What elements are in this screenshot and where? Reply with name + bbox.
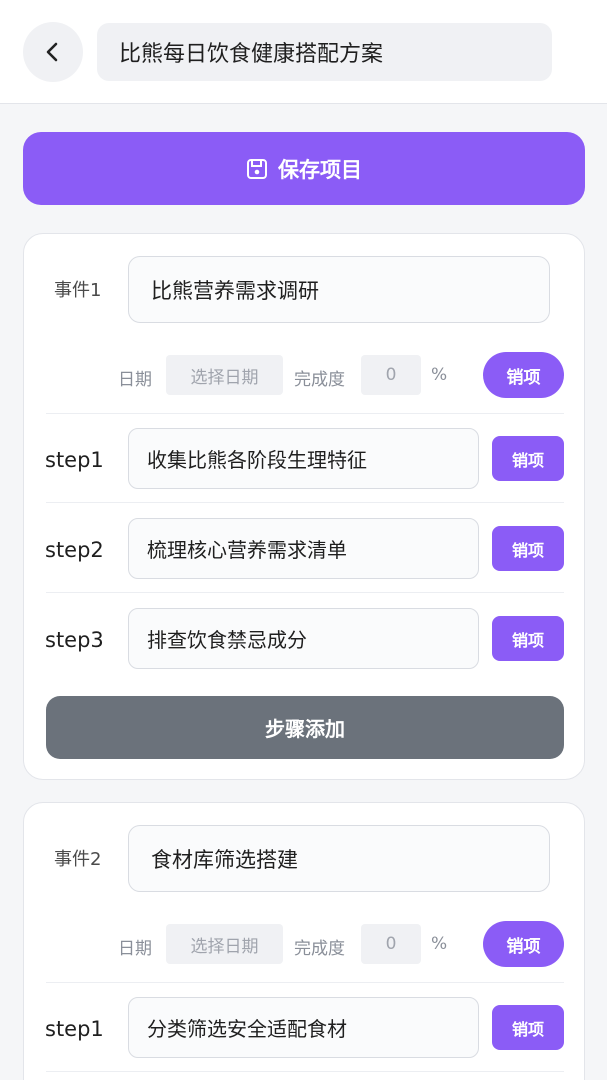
date-label: 日期 [118, 939, 152, 959]
step-label: step1 [45, 1017, 104, 1041]
progress-value: 0 [385, 365, 397, 385]
delete-event-label: 销项 [506, 367, 541, 388]
divider [46, 413, 564, 414]
step-text: 收集比熊各阶段生理特征 [147, 448, 367, 472]
progress-label: 完成度 [294, 370, 345, 390]
step-text-input[interactable]: 收集比熊各阶段生理特征 [128, 428, 479, 489]
back-button[interactable] [23, 22, 83, 82]
step-label: step1 [45, 448, 104, 472]
progress-label: 完成度 [294, 939, 345, 959]
progress-input[interactable]: 0 [361, 924, 421, 964]
event-card: 事件1 比熊营养需求调研 日期 选择日期 完成度 0 % 销项 step1 收集… [23, 233, 585, 780]
step-text: 排查饮食禁忌成分 [147, 628, 307, 652]
delete-step-button[interactable]: 销项 [492, 1005, 564, 1050]
event-label: 事件2 [54, 849, 102, 870]
delete-step-label: 销项 [511, 540, 544, 560]
date-picker[interactable]: 选择日期 [166, 924, 283, 964]
progress-input[interactable]: 0 [361, 355, 421, 395]
percent-sign: % [431, 365, 448, 385]
event-label: 事件1 [54, 280, 102, 301]
project-title-input[interactable]: 比熊每日饮食健康搭配方案 [97, 23, 552, 81]
date-picker[interactable]: 选择日期 [166, 355, 283, 395]
percent-sign: % [431, 934, 448, 954]
save-project-button[interactable]: 保存项目 [23, 132, 585, 205]
step-label: step2 [45, 538, 104, 562]
delete-step-button[interactable]: 销项 [492, 616, 564, 661]
divider [46, 592, 564, 593]
delete-step-label: 销项 [511, 630, 544, 650]
step-label: step3 [45, 628, 104, 652]
delete-event-label: 销项 [506, 936, 541, 957]
step-text-input[interactable]: 梳理核心营养需求清单 [128, 518, 479, 579]
event-name-text: 比熊营养需求调研 [151, 278, 319, 303]
step-text-input[interactable]: 分类筛选安全适配食材 [128, 997, 479, 1058]
chevron-left-icon [46, 42, 58, 62]
floppy-disk-icon [247, 158, 267, 179]
divider [46, 982, 564, 983]
project-title-text: 比熊每日饮食健康搭配方案 [119, 42, 384, 67]
add-step-label: 步骤添加 [265, 717, 345, 741]
delete-step-button[interactable]: 销项 [492, 526, 564, 571]
date-placeholder: 选择日期 [190, 936, 259, 957]
delete-step-button[interactable]: 销项 [492, 436, 564, 481]
step-text: 梳理核心营养需求清单 [147, 538, 347, 562]
add-step-button[interactable]: 步骤添加 [46, 696, 564, 759]
event-name-input[interactable]: 比熊营养需求调研 [128, 256, 550, 323]
step-text: 分类筛选安全适配食材 [147, 1017, 347, 1041]
progress-value: 0 [385, 934, 397, 954]
delete-step-label: 销项 [511, 1019, 544, 1039]
date-placeholder: 选择日期 [190, 367, 259, 388]
save-project-label: 保存项目 [278, 157, 362, 182]
event-card: 事件2 食材库筛选搭建 日期 选择日期 完成度 0 % 销项 step1 分类筛… [23, 802, 585, 1080]
delete-event-button[interactable]: 销项 [483, 921, 564, 967]
date-label: 日期 [118, 370, 152, 390]
delete-event-button[interactable]: 销项 [483, 352, 564, 398]
top-bar: 比熊每日饮食健康搭配方案 [0, 0, 607, 104]
event-name-text: 食材库筛选搭建 [151, 847, 298, 872]
step-text-input[interactable]: 排查饮食禁忌成分 [128, 608, 479, 669]
delete-step-label: 销项 [511, 450, 544, 470]
divider [46, 502, 564, 503]
event-name-input[interactable]: 食材库筛选搭建 [128, 825, 550, 892]
divider [46, 1071, 564, 1072]
